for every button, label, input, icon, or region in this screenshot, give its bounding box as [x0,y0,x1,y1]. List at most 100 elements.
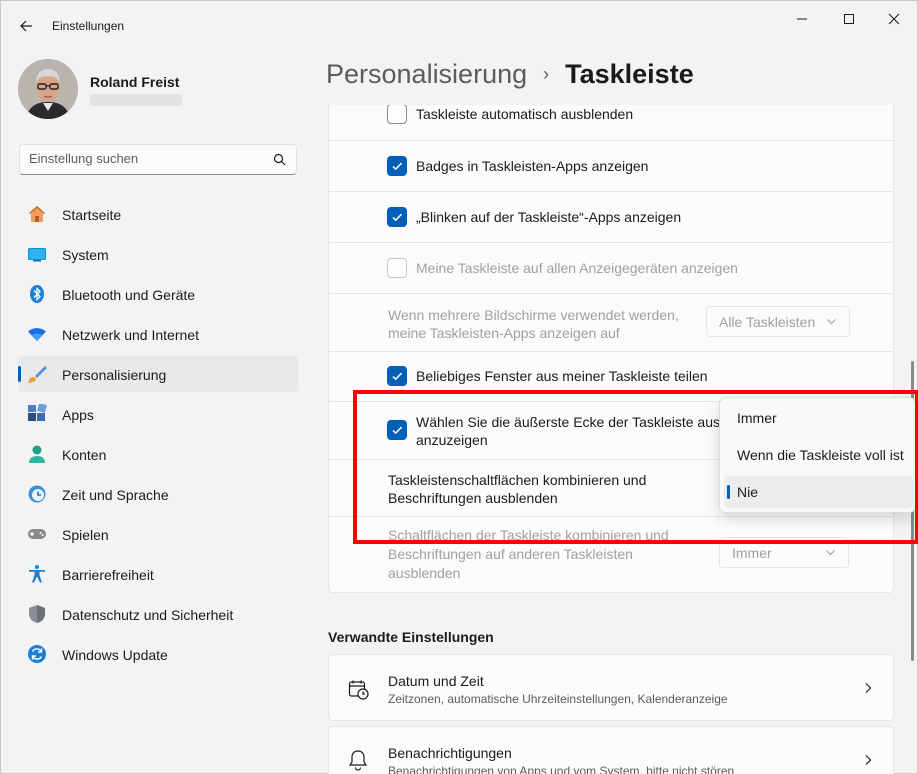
sidebar-nav: Startseite System Bluetooth und Geräte N… [18,196,298,676]
time-language-icon [28,485,46,503]
search-icon[interactable] [273,153,286,166]
dropdown-option-nie[interactable]: Nie [724,476,913,508]
sidebar-item-network[interactable]: Netzwerk und Internet [18,316,298,352]
bell-icon [348,750,368,771]
setting-label-line2: anzuzeigen [416,432,488,448]
sidebar-item-label: Personalisierung [62,367,167,383]
auto-hide-checkbox[interactable] [387,105,407,124]
calendar-clock-icon [348,680,369,700]
dropdown-option-voll[interactable]: Wenn die Taskleiste voll ist [724,439,913,471]
setting-label: Beliebiges Fenster aus meiner Taskleiste… [416,368,708,384]
sidebar-item-zeit-sprache[interactable]: Zeit und Sprache [18,476,298,512]
sidebar-item-bluetooth[interactable]: Bluetooth und Geräte [18,276,298,312]
setting-label-line2: Beschriftungen ausblenden [388,490,558,506]
dropdown-option-immer[interactable]: Immer [724,402,913,434]
sidebar-item-datenschutz[interactable]: Datenschutz und Sicherheit [18,596,298,632]
close-button[interactable] [871,7,917,31]
chevron-down-icon [827,319,836,325]
dropdown-option-label: Immer [737,410,777,426]
taskbar-behaviors-panel: Taskleiste automatisch ausblenden Badges… [328,105,894,593]
all-displays-checkbox [387,258,407,278]
sidebar-item-barrierefreiheit[interactable]: Barrierefreiheit [18,556,298,592]
dropdown-option-label: Nie [737,484,759,500]
arrow-left-icon [20,20,32,32]
related-item-title: Benachrichtigungen [388,745,512,761]
sidebar-item-apps[interactable]: Apps [18,396,298,432]
page-title: Taskleiste [565,59,694,89]
app-title: Einstellungen [52,19,125,33]
user-email-redacted [90,94,182,106]
system-icon [28,248,46,262]
sidebar-item-windows-update[interactable]: Windows Update [18,636,298,672]
back-button[interactable] [13,13,39,39]
selected-indicator [727,485,730,499]
far-corner-checkbox[interactable] [387,420,407,440]
setting-row-combine-other: Schaltflächen der Taskleiste kombinieren… [329,516,894,593]
accessibility-icon [29,565,45,583]
maximize-icon [844,14,854,24]
update-icon [28,645,46,663]
profile-photo [18,59,78,119]
search-box[interactable] [19,144,297,175]
setting-label: Badges in Taskleisten-Apps anzeigen [416,158,649,174]
minimize-button[interactable] [779,7,825,31]
chevron-right-icon [865,683,872,693]
chevron-down-icon [826,550,835,556]
account-icon [29,445,45,463]
share-window-checkbox[interactable] [387,366,407,386]
sidebar-item-label: Zeit und Sprache [62,487,169,503]
setting-label-line2: meine Taskleisten-Apps anzeigen auf [388,325,620,341]
sidebar-item-label: System [62,247,109,263]
sidebar-item-konten[interactable]: Konten [18,436,298,472]
sidebar-item-label: Bluetooth und Geräte [62,287,196,303]
user-name: Roland Freist [90,74,180,90]
combine-buttons-dropdown[interactable]: Immer Wenn die Taskleiste voll ist Nie [719,397,916,513]
maximize-button[interactable] [826,7,872,31]
setting-label: „Blinken auf der Taskleiste“-Apps anzeig… [416,209,682,225]
badges-checkbox[interactable] [387,156,407,176]
sidebar-item-startseite[interactable]: Startseite [18,196,298,232]
shield-icon [29,605,45,623]
avatar[interactable] [18,59,78,119]
settings-card: Taskleiste automatisch ausblenden Badges… [328,105,894,593]
setting-row-all-displays: Meine Taskleiste auf allen Anzeigegeräte… [329,242,894,293]
setting-label: Taskleiste automatisch ausblenden [416,106,634,122]
dropdown-option-label: Wenn die Taskleiste voll ist [737,447,904,463]
sidebar-item-spielen[interactable]: Spielen [18,516,298,552]
select-value: Alle Taskleisten [719,313,816,330]
setting-label-line1: Schaltflächen der Taskleiste kombinieren… [388,527,669,543]
checkmark-icon [392,372,403,381]
network-icon [28,328,46,341]
setting-row-badges[interactable]: Badges in Taskleisten-Apps anzeigen [329,140,894,191]
setting-label-line3: ausblenden [388,565,461,581]
related-item-subtitle: Zeitzonen, automatische Uhrzeiteinstellu… [388,692,728,706]
sidebar-item-personalisierung[interactable]: Personalisierung [18,356,298,392]
settings-window: Einstellungen Roland Freist Einstellung … [0,0,918,774]
sidebar-item-label: Startseite [62,207,122,223]
active-indicator [18,366,21,382]
breadcrumb: Personalisierung › Taskleiste [326,59,694,90]
sidebar-item-label: Barrierefreiheit [62,567,154,583]
setting-row-flashing[interactable]: „Blinken auf der Taskleiste“-Apps anzeig… [329,191,894,242]
setting-row-auto-hide[interactable]: Taskleiste automatisch ausblenden [329,105,894,140]
setting-label-line2: Beschriftungen auf anderen Taskleisten [388,546,633,562]
related-item-title: Datum und Zeit [388,673,484,689]
brush-icon [28,366,47,383]
checkmark-icon [392,162,403,171]
home-icon [28,206,46,222]
setting-label-line1: Wählen Sie die äußerste Ecke der Tasklei… [416,414,736,430]
related-settings-heading: Verwandte Einstellungen [328,629,494,645]
sidebar-item-label: Apps [62,407,94,423]
related-item-benachrichtigungen[interactable]: Benachrichtigungen Benachrichtigungen vo… [328,726,894,774]
combine-other-select: Immer [719,537,849,568]
minimize-icon [797,18,807,20]
flashing-checkbox[interactable] [387,207,407,227]
sidebar-item-label: Konten [62,447,107,463]
sidebar-item-label: Spielen [62,527,109,543]
setting-row-share-window[interactable]: Beliebiges Fenster aus meiner Taskleiste… [329,351,894,401]
related-item-datum-zeit[interactable]: Datum und Zeit Zeitzonen, automatische U… [328,654,894,721]
search-input[interactable] [29,151,259,166]
breadcrumb-parent[interactable]: Personalisierung [326,59,527,90]
sidebar-item-label: Windows Update [62,647,168,663]
sidebar-item-system[interactable]: System [18,236,298,272]
